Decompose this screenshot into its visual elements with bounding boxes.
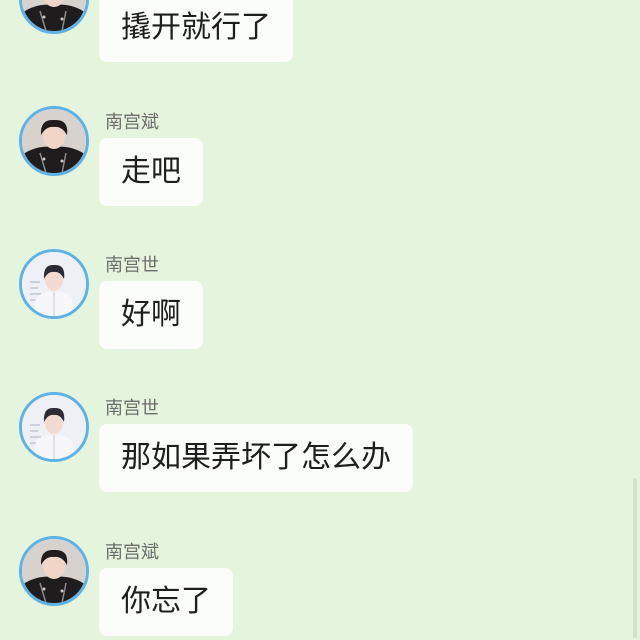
avatar[interactable] xyxy=(19,249,89,319)
avatar[interactable] xyxy=(19,106,89,176)
avatar[interactable] xyxy=(19,392,89,462)
message-bubble[interactable]: 撬开就行了 xyxy=(99,0,293,62)
message-bubble[interactable]: 走吧 xyxy=(99,138,203,206)
chat-thread[interactable]: 撬开就行了 南宫斌 走吧 南宫世 好啊 南宫世 那如果弄坏了怎么办 南宫斌 你忘… xyxy=(0,0,640,640)
avatar[interactable] xyxy=(19,536,89,606)
sender-name: 南宫世 xyxy=(105,398,159,419)
sender-name: 南宫斌 xyxy=(105,112,159,133)
avatar[interactable] xyxy=(19,0,89,34)
message-bubble[interactable]: 那如果弄坏了怎么办 xyxy=(99,424,413,492)
sender-name: 南宫世 xyxy=(105,255,159,276)
avatar-dark-jacket-icon xyxy=(22,539,86,603)
sender-name: 南宫斌 xyxy=(105,542,159,563)
scrollbar[interactable] xyxy=(633,478,637,638)
message-bubble[interactable]: 你忘了 xyxy=(99,568,233,636)
avatar-dark-jacket-icon xyxy=(22,0,86,31)
avatar-white-suit-icon xyxy=(22,395,86,459)
avatar-white-suit-icon xyxy=(22,252,86,316)
avatar-dark-jacket-icon xyxy=(22,109,86,173)
message-bubble[interactable]: 好啊 xyxy=(99,281,203,349)
